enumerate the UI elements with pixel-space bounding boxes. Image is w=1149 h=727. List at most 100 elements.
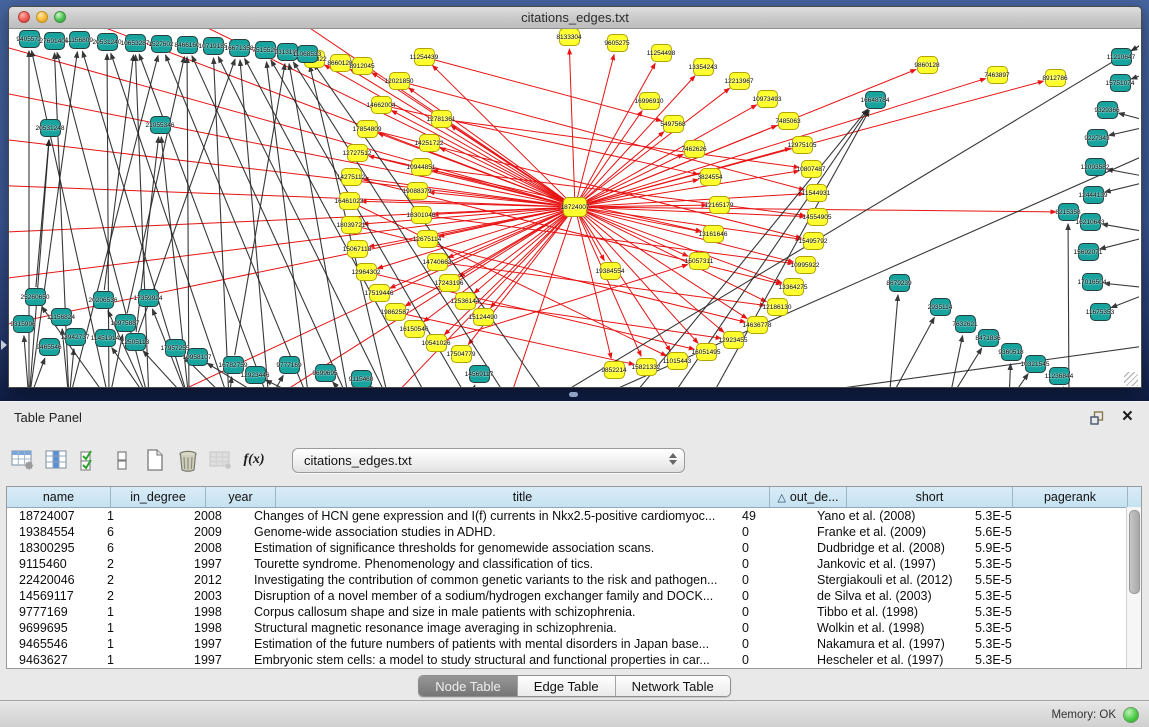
unselect-all-button[interactable]: [109, 446, 135, 474]
graph-node[interactable]: 16671358: [229, 39, 250, 57]
graph-node[interactable]: 10958107: [187, 348, 208, 366]
graph-node[interactable]: 9405572: [19, 30, 40, 48]
graph-node[interactable]: 9860128: [917, 56, 938, 74]
graph-node[interactable]: 10541026: [426, 334, 447, 352]
graph-node[interactable]: 14251722: [419, 134, 440, 152]
table-row[interactable]: 1830029562008Estimation of significance …: [7, 540, 1141, 556]
graph-node[interactable]: 9777169: [279, 356, 300, 374]
graph-node[interactable]: 18039721: [341, 216, 362, 234]
graph-node[interactable]: 10719185: [203, 37, 224, 55]
graph-node[interactable]: 10995922: [795, 256, 816, 274]
graph-node[interactable]: 18301046: [411, 206, 432, 224]
table-row[interactable]: 969969511998Structural magnetic resonanc…: [7, 620, 1141, 636]
graph-node[interactable]: 12021850: [389, 72, 410, 90]
graph-node[interactable]: 12444139: [1083, 186, 1104, 204]
table-row[interactable]: 946554611997Estimation of the future num…: [7, 636, 1141, 652]
table-row[interactable]: 946362711997Embryonic stem cells: a mode…: [7, 652, 1141, 668]
graph-node[interactable]: 16051495: [696, 343, 717, 361]
graph-node[interactable]: 10944851: [411, 158, 432, 176]
graph-node[interactable]: 8133304: [559, 29, 580, 46]
graph-node[interactable]: 11451914: [95, 329, 116, 347]
graph-node[interactable]: 17359924: [138, 289, 159, 307]
graph-node[interactable]: 16461023: [339, 192, 360, 210]
graph-node[interactable]: 11675353: [1090, 303, 1111, 321]
graph-node[interactable]: 15692071: [1078, 243, 1099, 261]
column-header-out_de[interactable]: △out_de...: [770, 487, 847, 507]
show-column-button[interactable]: [43, 446, 69, 474]
graph-node[interactable]: 7485063: [778, 112, 799, 130]
graph-node[interactable]: 15057311: [689, 252, 710, 270]
graph-node[interactable]: 15067118: [347, 240, 368, 258]
graph-node[interactable]: 17016504: [1082, 273, 1103, 291]
graph-node[interactable]: 7632621: [955, 315, 976, 333]
graph-node[interactable]: 16210643: [1080, 213, 1101, 231]
graph-node[interactable]: 17243196: [439, 274, 460, 292]
graph-node[interactable]: 9227343: [1087, 129, 1108, 147]
graph-node[interactable]: 11254439: [414, 48, 435, 66]
graph-node[interactable]: 11156809: [69, 31, 90, 49]
graph-node[interactable]: 14554905: [807, 208, 828, 226]
graph-node[interactable]: 16996910: [639, 92, 660, 110]
graph-node[interactable]: 19384554: [600, 262, 621, 280]
scrollbar-thumb[interactable]: [1129, 510, 1140, 594]
graph-node[interactable]: 20531248: [40, 119, 61, 137]
graph-node[interactable]: 7463897: [987, 66, 1008, 84]
graph-node[interactable]: 10653287: [125, 34, 146, 52]
table-row[interactable]: 1938455462009Genome-wide association stu…: [7, 524, 1141, 540]
graph-node[interactable]: 12923455: [723, 331, 744, 349]
graph-node[interactable]: 12727512: [347, 144, 368, 162]
graph-node[interactable]: 16648784: [865, 91, 886, 109]
graph-node[interactable]: 8912045: [352, 57, 373, 75]
table-row[interactable]: 1456911722003Disruption of a novel membe…: [7, 588, 1141, 604]
graph-node[interactable]: 27691406: [44, 32, 65, 50]
graph-node[interactable]: 20531240: [97, 33, 118, 51]
window-titlebar[interactable]: citations_edges.txt: [9, 7, 1141, 29]
vertical-scrollbar[interactable]: [1126, 507, 1141, 668]
window-resize-grip[interactable]: [1124, 372, 1138, 386]
tab-edge-table[interactable]: Edge Table: [517, 676, 615, 696]
graph-node[interactable]: 10975887: [115, 314, 136, 332]
graph-node[interactable]: 12964302: [356, 263, 377, 281]
splitter-collapse-icon[interactable]: [1, 340, 7, 350]
column-header-year[interactable]: year: [206, 487, 276, 507]
graph-node[interactable]: 5497568: [663, 115, 684, 133]
graph-node[interactable]: 8471836: [978, 329, 999, 347]
column-header-short[interactable]: short: [847, 487, 1013, 507]
column-settings-button[interactable]: [10, 446, 36, 474]
graph-node[interactable]: 11156824: [51, 308, 72, 326]
graph-node[interactable]: 8466160: [177, 36, 198, 54]
graph-node[interactable]: 8660128: [330, 54, 351, 72]
float-panel-button[interactable]: [1090, 411, 1105, 425]
graph-node[interactable]: 8912786: [1045, 69, 1066, 87]
column-header-pagerank[interactable]: pagerank: [1013, 487, 1128, 507]
graph-node[interactable]: 12781361: [431, 110, 452, 128]
close-panel-button[interactable]: ×: [1122, 405, 1133, 429]
graph-node[interactable]: 12675114: [417, 230, 438, 248]
graph-node[interactable]: 15495792: [803, 232, 824, 250]
graph-node[interactable]: 13161646: [703, 225, 724, 243]
select-all-button[interactable]: [76, 446, 102, 474]
new-table-button[interactable]: [142, 446, 168, 474]
graph-node[interactable]: 15124490: [473, 308, 494, 326]
graph-node[interactable]: 10807487: [801, 160, 822, 178]
graph-node[interactable]: 1527602: [151, 35, 172, 53]
graph-node[interactable]: 25260650: [25, 288, 46, 306]
graph-node[interactable]: 14636778: [747, 316, 768, 334]
graph-node[interactable]: 11068533: [297, 45, 318, 63]
graph-node[interactable]: 12923446: [245, 366, 266, 384]
graph-node[interactable]: 12975105: [792, 136, 813, 154]
table-row[interactable]: 911546021997Tourette syndrome. Phenomeno…: [7, 556, 1141, 572]
graph-node[interactable]: 15821332: [636, 358, 657, 376]
graph-node[interactable]: 13942737: [65, 328, 86, 346]
graph-node[interactable]: 16150546: [404, 320, 425, 338]
graph-node[interactable]: 17519446: [369, 284, 390, 302]
graph-node[interactable]: 12186130: [767, 298, 788, 316]
graph-node[interactable]: 15751074: [1110, 74, 1131, 92]
graph-node[interactable]: 12165179: [709, 196, 730, 214]
graph-node[interactable]: 14569117: [469, 365, 490, 383]
graph-node[interactable]: 17504779: [451, 345, 472, 363]
graph-node[interactable]: 9605275: [607, 34, 628, 52]
graph-node[interactable]: 11544931: [806, 184, 827, 202]
graph-node[interactable]: 13364275: [783, 278, 804, 296]
tab-node-table[interactable]: Node Table: [419, 676, 517, 696]
